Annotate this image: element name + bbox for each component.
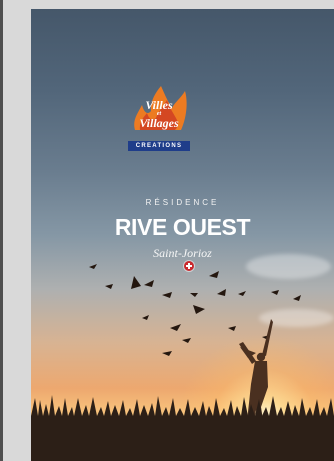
brand-wordmark: Villes et Villages: [128, 99, 190, 129]
bird: [170, 324, 181, 331]
bird: [293, 295, 301, 301]
bird: [131, 276, 141, 289]
bird: [182, 338, 191, 343]
brand-band: CREATIONS: [128, 141, 190, 151]
bird: [105, 284, 113, 289]
bird: [193, 305, 205, 314]
brand-line-1: Villes: [145, 98, 173, 112]
location-name: Saint-Jorioz: [153, 246, 212, 260]
bird: [162, 292, 172, 298]
bird: [142, 315, 149, 320]
window-border: [0, 0, 3, 461]
grass: [31, 395, 334, 461]
residence-kicker: RÉSIDENCE: [145, 198, 220, 207]
bird: [190, 293, 198, 297]
savoy-cross-icon: [184, 261, 194, 271]
brand-logo: Villes et Villages CREATIONS: [128, 85, 190, 157]
bird: [238, 291, 246, 296]
bird: [162, 351, 172, 356]
brand-line-2: Villages: [139, 116, 179, 130]
property-title: RIVE OUEST: [114, 214, 251, 240]
bird: [217, 289, 226, 296]
bird: [89, 264, 97, 269]
bird: [271, 290, 279, 295]
bird: [228, 326, 236, 331]
birds: [89, 264, 301, 356]
bird: [144, 280, 154, 287]
bird: [209, 271, 219, 278]
